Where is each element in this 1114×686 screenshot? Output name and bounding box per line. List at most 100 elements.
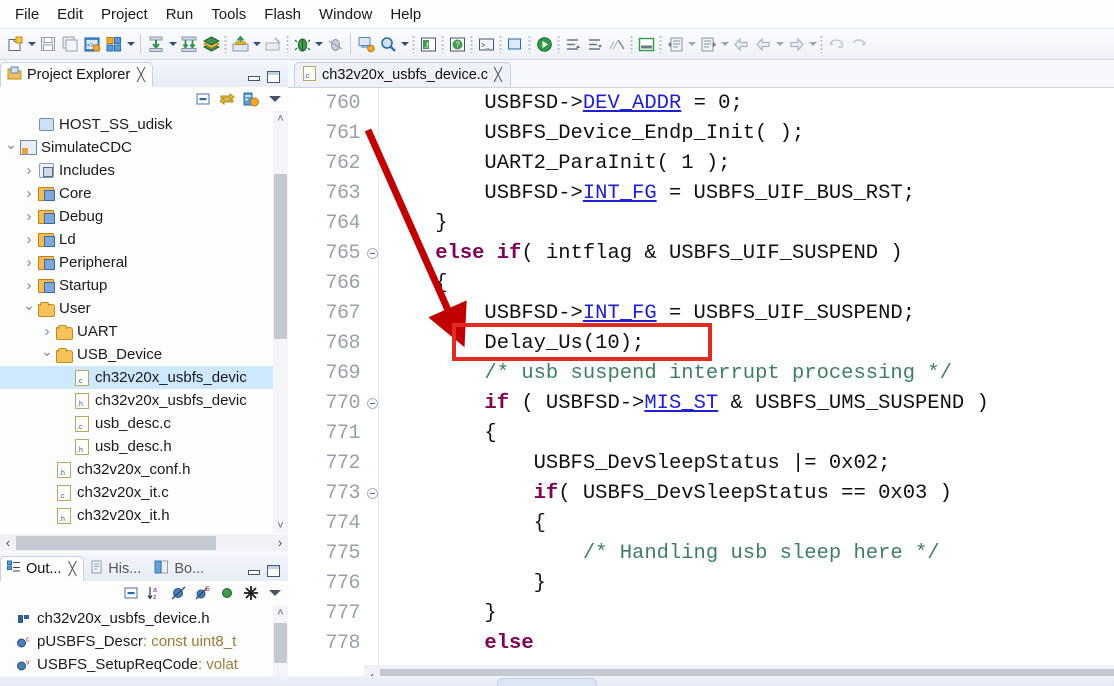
code-line-771[interactable]: 771 { [288,418,1114,448]
tree-twisty[interactable] [22,231,36,248]
back-dropdown-icon[interactable] [774,32,785,56]
tree-twisty[interactable] [40,323,54,340]
hide-static-icon[interactable]: S [195,585,211,601]
code-line-778[interactable]: 778 else [288,628,1114,658]
menu-item-edit[interactable]: Edit [48,4,92,25]
fold-collapse-icon[interactable] [366,397,378,409]
code-line-765[interactable]: 765 else if( intflag & USBFS_UIF_SUSPEND… [288,238,1114,268]
tree-item-usb-desc-c[interactable]: usb_desc.c [0,412,288,435]
save-icon[interactable] [37,32,59,56]
code-line-772[interactable]: 772 USBFS_DevSleepStatus |= 0x02; [288,448,1114,478]
sort-az-icon[interactable]: a z [147,585,163,601]
close-icon[interactable]: ╳ [494,67,502,83]
project-tree[interactable]: HOST_SS_udisk SimulateCDC Includes Core Debu… [0,111,288,533]
tree-twisty[interactable] [22,185,36,202]
tree-twisty[interactable] [22,254,36,271]
tree-item-ld[interactable]: Ld [0,228,288,251]
outline-vscrollbar[interactable]: ˄ [273,605,288,686]
code-line-777[interactable]: 777 } [288,598,1114,628]
prev-annotation-icon[interactable] [584,32,606,56]
menu-item-flash[interactable]: Flash [255,4,310,25]
toggle-console-icon[interactable] [635,32,657,56]
scroll-left-arrow[interactable]: ‹ [0,535,16,550]
tree-item-usb-desc-h[interactable]: usb_desc.h [0,435,288,458]
download-dropdown-icon[interactable] [167,32,178,56]
prev-edit-location-icon[interactable] [664,32,686,56]
tree-item-ch32v20x-usbfs-devic[interactable]: ch32v20x_usbfs_devic [0,366,288,389]
tab-bookmarks[interactable]: Bo... [148,556,211,581]
fold-column[interactable] [366,487,378,499]
scroll-down-arrow[interactable]: ˅ [273,518,288,533]
tree-item-usb-device[interactable]: USB_Device [0,343,288,366]
code-line-764[interactable]: 764 } [288,208,1114,238]
debug-bug-icon[interactable] [291,32,313,56]
search-dropdown-icon[interactable] [399,32,410,56]
collapse-all-icon[interactable] [123,585,139,601]
books-icon[interactable] [200,32,222,56]
erase-chip-icon[interactable] [262,32,284,56]
flash-dropdown-icon[interactable] [251,32,262,56]
menu-item-project[interactable]: Project [92,4,157,25]
outline-item[interactable]: v USBFS_SetupReqCode : volat [0,653,288,676]
vscroll-thumb[interactable] [274,623,287,663]
build-config-icon[interactable]: <> [81,32,103,56]
forward-dropdown-icon[interactable] [807,32,818,56]
run-icon[interactable] [533,32,555,56]
vscroll-thumb[interactable] [274,174,287,339]
debug-dropdown-icon[interactable] [313,32,324,56]
code-line-763[interactable]: 763 USBFSD->INT_FG = USBFS_UIF_BUS_RST; [288,178,1114,208]
maximize-button[interactable] [267,565,280,577]
close-icon[interactable]: ╳ [137,67,145,83]
tree-item-debug[interactable]: Debug [0,205,288,228]
tree-item-ch32v20x-usbfs-devic[interactable]: ch32v20x_usbfs_devic [0,389,288,412]
tree-item-host-ss-udisk[interactable]: HOST_SS_udisk [0,113,288,136]
code-line-769[interactable]: 769 /* usb suspend interrupt processing … [288,358,1114,388]
tree-twisty[interactable] [22,277,36,294]
build-dropdown-icon[interactable] [125,32,136,56]
redo-icon[interactable] [847,32,869,56]
tab-outline[interactable]: Out... ╳ [0,556,85,581]
hscroll-thumb[interactable] [16,535,216,550]
tree-item-core[interactable]: Core [0,182,288,205]
last-edit-icon[interactable]: .h [417,32,439,56]
code-line-770[interactable]: 770 if ( USBFSD->MIS_ST & USBFS_UMS_SUSP… [288,388,1114,418]
tree-item-startup[interactable]: Startup [0,274,288,297]
view-chevron-icon[interactable] [269,96,281,102]
tab-project-explorer[interactable]: Project Explorer ╳ [0,62,153,87]
build-icon[interactable] [103,32,125,56]
fold-column[interactable] [366,247,378,259]
next-edit-dropdown-icon[interactable] [719,32,730,56]
tab-history[interactable]: His... [84,556,148,581]
fold-column[interactable] [366,397,378,409]
project-tree-hscrollbar[interactable]: ‹ › [0,534,288,551]
undo-icon[interactable] [825,32,847,56]
menu-item-run[interactable]: Run [157,4,203,25]
save-all-icon[interactable] [59,32,81,56]
view-menu-icon[interactable] [243,91,259,107]
scroll-up-arrow[interactable]: ˄ [273,111,288,126]
hide-macros-icon[interactable] [243,585,259,601]
help-icon[interactable]: ? [446,32,468,56]
view-chevron-icon[interactable] [269,590,281,596]
code-line-761[interactable]: 761 USBFS_Device_Endp_Init( ); [288,118,1114,148]
code-line-760[interactable]: 760 USBFSD->DEV_ADDR = 0; [288,88,1114,118]
external-tools-icon[interactable] [355,32,377,56]
tree-twisty[interactable] [4,139,18,156]
download-all-icon[interactable] [178,32,200,56]
tree-item-simulatecdc[interactable]: SimulateCDC [0,136,288,159]
next-edit-location-icon[interactable] [697,32,719,56]
code-area[interactable]: 760 USBFSD->DEV_ADDR = 0; 761 USBFS_Devic… [288,88,1114,665]
tree-twisty[interactable] [40,346,54,363]
menu-item-file[interactable]: File [6,4,48,25]
tree-twisty[interactable] [22,162,36,179]
outline-item[interactable]: ch32v20x_usbfs_device.h [0,607,288,630]
tree-item-uart[interactable]: UART [0,320,288,343]
back-history-icon[interactable] [752,32,774,56]
tab-ch32v20x-usbfs-device-c[interactable]: .c ch32v20x_usbfs_device.c ╳ [294,62,511,87]
maximize-button[interactable] [267,71,280,83]
console-panel-icon[interactable] [504,32,526,56]
tree-twisty[interactable] [22,208,36,225]
project-tree-vscrollbar[interactable]: ˄ ˅ [273,111,288,533]
flash-program-icon[interactable] [229,32,251,56]
new-file-icon[interactable] [4,32,26,56]
